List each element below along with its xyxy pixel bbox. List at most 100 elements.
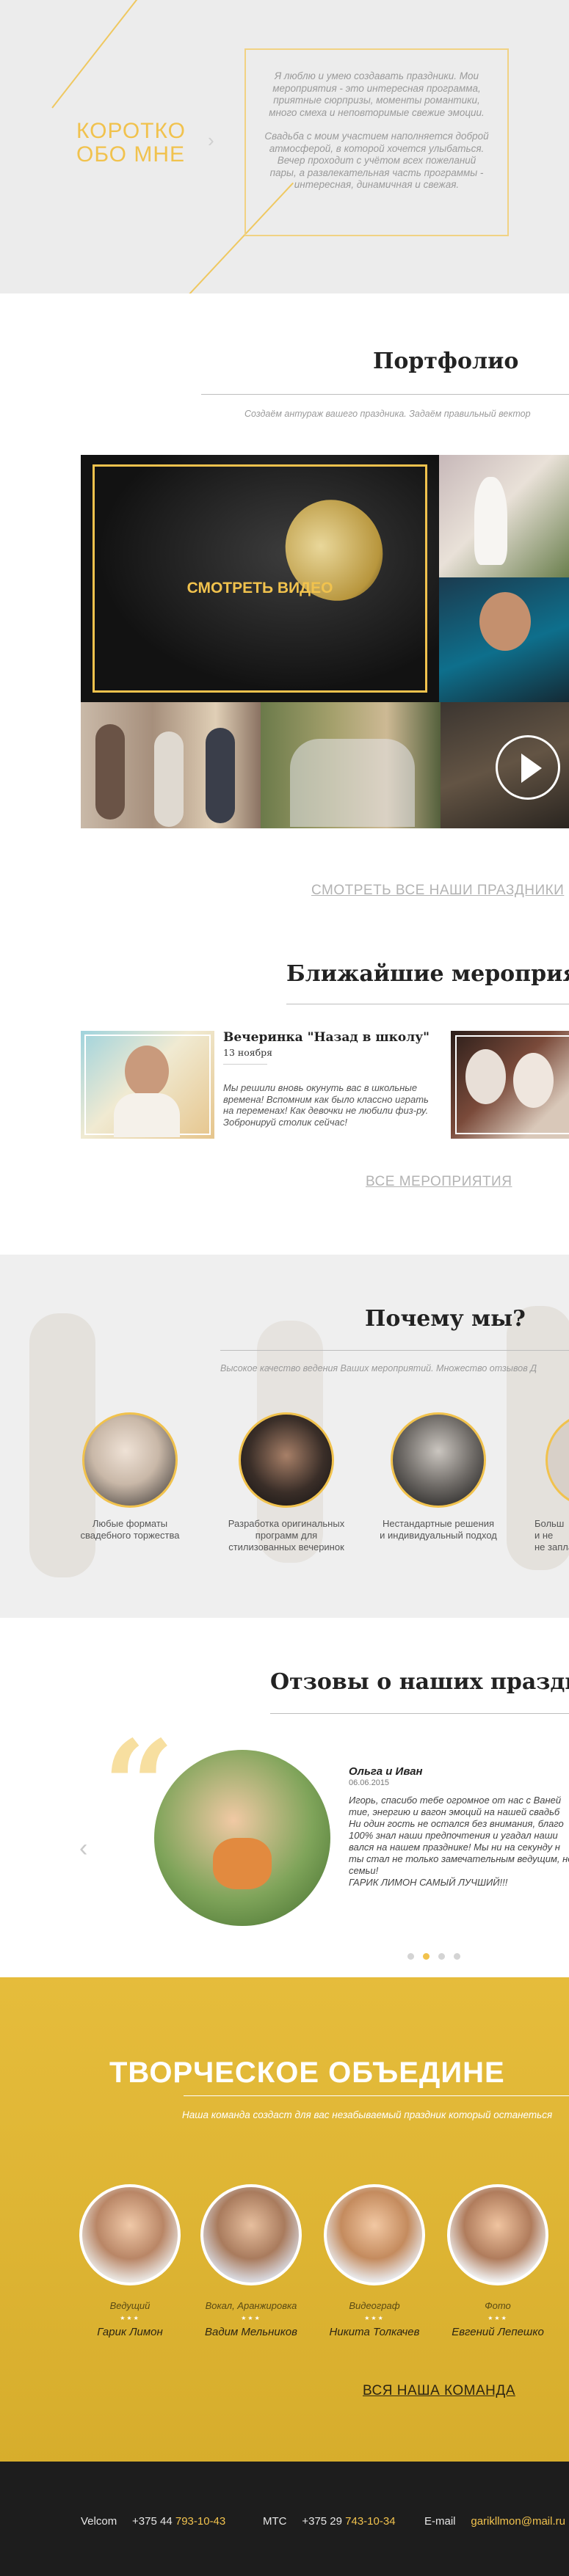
- group-photo-1[interactable]: [81, 702, 261, 828]
- team-subtitle: Наша команда создаст для вас незабываемы…: [182, 2109, 553, 2120]
- divider: [201, 394, 569, 395]
- chevron-left-icon[interactable]: ‹: [79, 1834, 87, 1863]
- event-description: Мы решили вновь окунуть вас в школьные в…: [223, 1082, 429, 1128]
- member-photo-3[interactable]: [324, 2184, 425, 2285]
- member-name-2[interactable]: Вадим Мельников: [189, 2326, 314, 2338]
- reviewer-name: Ольга и Иван: [349, 1765, 423, 1778]
- member-role-4: Фото: [485, 2300, 511, 2311]
- about-paragraph-1: Я люблю и умею создавать праздники. Мои …: [269, 70, 485, 118]
- person-figure: [154, 731, 184, 827]
- video-tile[interactable]: [441, 702, 569, 828]
- about-text-box: Я люблю и умею создавать праздники. Мои …: [244, 48, 509, 236]
- divider: [220, 1350, 569, 1351]
- divider: [184, 2095, 569, 2096]
- wedding-photo[interactable]: [439, 455, 569, 577]
- review-line: 100% знал наши предпочтения и угадал наш…: [349, 1830, 558, 1841]
- about-heading-line1: Коротко: [76, 119, 186, 143]
- all-events-link[interactable]: Все мероприятия: [366, 1174, 512, 1190]
- email-value[interactable]: garikllmon@mail.ru: [471, 2515, 565, 2528]
- events-title: Ближайшие мероприяти: [286, 961, 569, 987]
- team-section: Творческое объедине Наша команда создаст…: [0, 1977, 569, 2462]
- velcom-label: Velcom: [81, 2515, 117, 2528]
- reviewer-photo: [154, 1750, 330, 1926]
- why-section: Почему мы? Высокое качество ведения Ваши…: [0, 1255, 569, 1618]
- feature-caption-1: Любые форматы свадебного торжества: [80, 1518, 180, 1541]
- member-role-2: Вокал, Аранжировка: [205, 2300, 297, 2311]
- review-date: 06.06.2015: [349, 1778, 390, 1787]
- bride-figure: [474, 477, 507, 565]
- member-photo-1[interactable]: [79, 2184, 181, 2285]
- member-photo-2[interactable]: [200, 2184, 302, 2285]
- group-photo-2[interactable]: [261, 702, 441, 828]
- why-title: Почему мы?: [365, 1306, 526, 1332]
- review-line: тие, энергию и вагон эмоций на нашей сва…: [349, 1806, 560, 1817]
- velcom-phone[interactable]: Velcom +375 44 793-10-43: [81, 2515, 225, 2528]
- review-pagination: [407, 1950, 469, 1960]
- feature-image-1: [82, 1412, 178, 1508]
- member-role-1: Ведущий: [109, 2300, 151, 2311]
- bouquet-figure: [213, 1838, 272, 1889]
- event-title[interactable]: Вечеринка "Назад в школу": [223, 1030, 430, 1045]
- mts-label: МТС: [263, 2515, 287, 2528]
- team-title: Творческое объедине: [109, 2057, 505, 2089]
- mts-number[interactable]: 743-10-34: [345, 2515, 395, 2528]
- review-line: ты стал не только замечательным ведущим,…: [349, 1853, 569, 1864]
- review-text: Игорь, спасибо тебе огромное от нас с Ва…: [349, 1795, 569, 1889]
- watch-video-button[interactable]: Смотреть видео: [81, 580, 439, 597]
- member-role-3: Видеограф: [349, 2300, 400, 2311]
- event-photo[interactable]: [81, 1031, 214, 1139]
- review-line: вался на нашем празднике! Мы ни на секун…: [349, 1842, 560, 1853]
- feature-caption-2: Разработка оригинальных программ для стили…: [228, 1518, 345, 1552]
- reviews-section: Отзовы о наших праздни “ ‹ Ольга и Иван …: [0, 1618, 569, 1977]
- crowd-figure: [290, 739, 415, 827]
- divider: [270, 1713, 569, 1714]
- portfolio-title: Портфолио: [373, 349, 519, 374]
- email[interactable]: E-mail garikllmon@mail.ru: [424, 2515, 565, 2528]
- member-name-4[interactable]: Евгений Лепешко: [435, 2326, 560, 2338]
- velcom-number[interactable]: 793-10-43: [175, 2515, 225, 2528]
- portfolio-section: Портфолио Создаём антураж вашего праздни…: [0, 293, 569, 961]
- pagination-dot[interactable]: [423, 1953, 430, 1960]
- review-line: Ни один гость не остался без внимания, б…: [349, 1818, 564, 1829]
- person-figure: [95, 724, 125, 820]
- feature-image-2: [239, 1412, 334, 1508]
- pagination-dot[interactable]: [407, 1953, 414, 1960]
- all-holidays-link[interactable]: Смотреть все наши праздники: [311, 883, 564, 899]
- mts-phone[interactable]: МТС +375 29 743-10-34: [263, 2515, 396, 2528]
- chevron-right-icon[interactable]: ›: [208, 129, 214, 152]
- review-line: семьи!: [349, 1865, 379, 1876]
- video-thumbnail[interactable]: Смотреть видео: [81, 455, 439, 702]
- feature-caption-4: Больши нене запла: [534, 1518, 569, 1552]
- member-photo-4[interactable]: [447, 2184, 548, 2285]
- review-line: ГАРИК ЛИМОН САМЫЙ ЛУЧШИЙ!!!: [349, 1877, 508, 1888]
- party-photo[interactable]: [439, 577, 569, 702]
- pagination-dot[interactable]: [438, 1953, 445, 1960]
- pagination-dot[interactable]: [454, 1953, 460, 1960]
- play-icon[interactable]: [496, 735, 560, 800]
- decor-line: [51, 0, 143, 109]
- shirt-figure: [114, 1093, 180, 1137]
- event-date: 13 ноября: [223, 1047, 273, 1058]
- member-name-3[interactable]: Никита Толкачев: [312, 2326, 437, 2338]
- all-team-link[interactable]: Вся наша команда: [363, 2383, 515, 2399]
- video-frame: [93, 464, 427, 693]
- portfolio-subtitle: Создаём антураж вашего праздника. Задаём…: [244, 409, 531, 419]
- mts-code: +375 29: [302, 2515, 342, 2528]
- review-line: Игорь, спасибо тебе огромное от нас с Ва…: [349, 1795, 562, 1806]
- stars-icon: ★★★: [120, 2315, 140, 2321]
- footer: Velcom +375 44 793-10-43 МТС +375 29 743…: [0, 2462, 569, 2576]
- face-figure: [125, 1046, 169, 1097]
- divider: [223, 1064, 267, 1065]
- stars-icon: ★★★: [241, 2315, 261, 2321]
- stars-icon: ★★★: [488, 2315, 508, 2321]
- stars-icon: ★★★: [364, 2315, 385, 2321]
- face-figure: [513, 1053, 554, 1108]
- events-section: Ближайшие мероприяти Вечеринка "Назад в …: [0, 961, 569, 1255]
- face-figure: [479, 592, 531, 651]
- member-name-1[interactable]: Гарик Лимон: [68, 2326, 192, 2338]
- event-photo-2[interactable]: [451, 1031, 569, 1139]
- reviews-title: Отзовы о наших праздни: [270, 1669, 569, 1695]
- velcom-code: +375 44: [132, 2515, 173, 2528]
- feature-image-3: [391, 1412, 486, 1508]
- about-heading: Коротко обо мне: [76, 120, 186, 167]
